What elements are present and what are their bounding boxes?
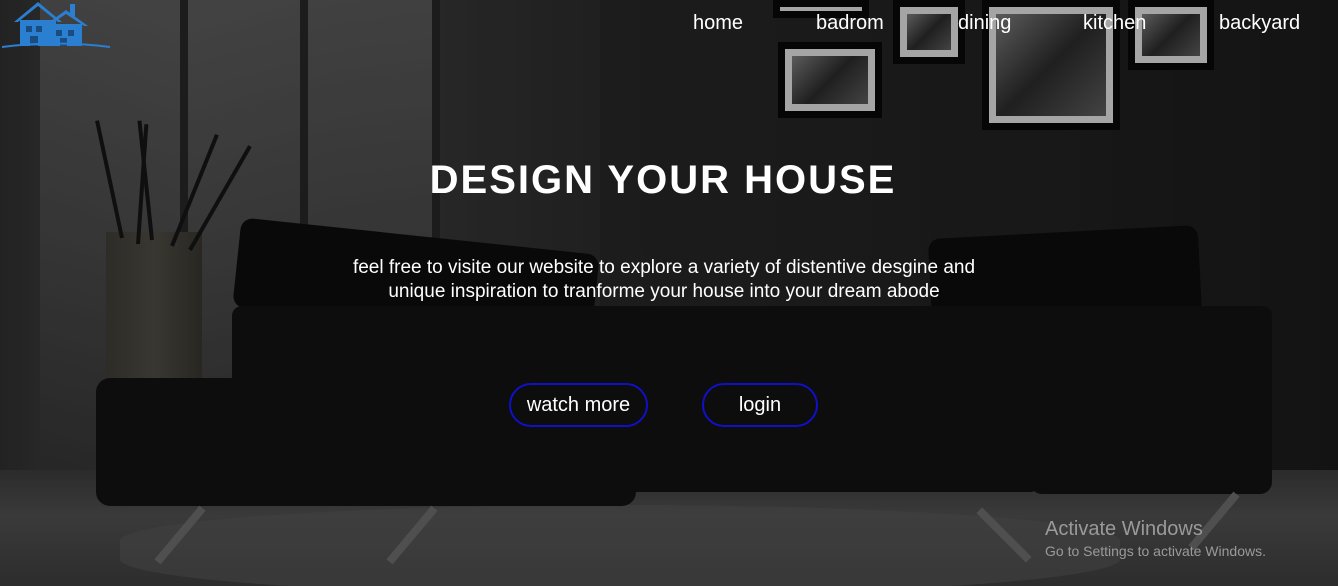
watermark-subtitle: Go to Settings to activate Windows.	[1045, 543, 1266, 559]
login-button[interactable]: login	[702, 383, 818, 427]
hero-title: DESIGN YOUR HOUSE	[429, 158, 897, 202]
hero-description-line: feel free to visite our website to explo…	[352, 257, 976, 278]
nav-item-dining[interactable]: dining	[958, 12, 1011, 35]
watch-more-button[interactable]: watch more	[509, 383, 648, 427]
nav-item-badrom[interactable]: badrom	[816, 12, 884, 35]
nav-item-kitchen[interactable]: kitchen	[1083, 12, 1146, 35]
top-nav: home badrom dining kitchen backyard	[0, 12, 1338, 36]
hero-description: feel free to visite our website to explo…	[334, 256, 994, 304]
nav-item-home[interactable]: home	[693, 12, 743, 35]
nav-item-backyard[interactable]: backyard	[1219, 12, 1300, 35]
watermark-title: Activate Windows	[1045, 518, 1203, 540]
hero-description-line: unique inspiration to tranforme your hou…	[388, 281, 940, 302]
activate-windows-watermark: Activate Windows Go to Settings to activ…	[1045, 518, 1266, 562]
